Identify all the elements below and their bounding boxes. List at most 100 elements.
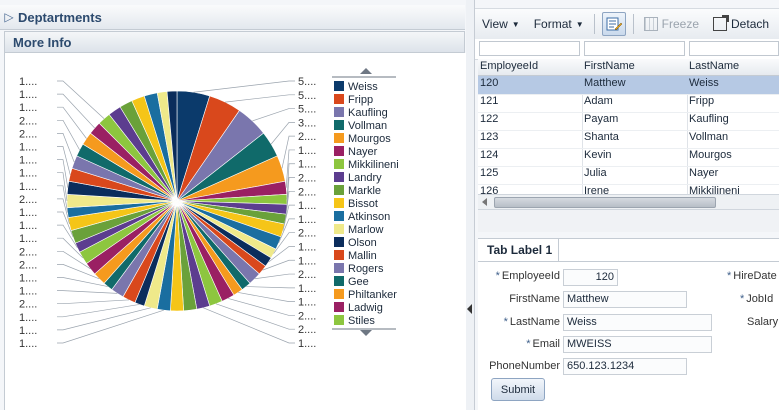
leader-line — [57, 159, 69, 188]
employeeid-filter-input[interactable] — [479, 41, 580, 56]
more-info-header: More Info — [4, 31, 465, 53]
hire-date-label-text: HireDate — [733, 270, 777, 282]
view-menu[interactable]: View ▼ — [475, 17, 527, 31]
more-info-title: More Info — [13, 34, 72, 50]
table-row[interactable]: 125 Julia Nayer — [478, 166, 779, 185]
filter-edit-icon — [606, 17, 622, 31]
leader-line — [225, 94, 295, 103]
last-name-field[interactable]: Weiss — [563, 314, 712, 331]
employee-id-field[interactable]: 120 — [563, 269, 618, 286]
leader-line — [252, 108, 295, 122]
first-name-field[interactable]: Matthew — [563, 291, 687, 308]
data-label: 1.... — [19, 338, 37, 350]
horizontal-scrollbar[interactable] — [478, 194, 779, 209]
legend-label: Fripp — [348, 94, 373, 106]
table-row[interactable]: 124 Kevin Mourgos — [478, 148, 779, 167]
chevron-right-icon[interactable]: ▷ — [0, 10, 18, 24]
legend-scroll-up-icon[interactable] — [360, 68, 372, 74]
employeeid-cell: 123 — [480, 131, 499, 143]
data-label: 1.... — [19, 142, 37, 154]
view-menu-label: View — [482, 17, 508, 31]
email-field[interactable]: MWEISS — [563, 336, 712, 353]
legend-label: Philtanker — [348, 289, 397, 301]
legend-swatch — [334, 198, 344, 208]
data-label: 1.... — [298, 255, 316, 267]
table-row[interactable]: 122 Payam Kaufling — [478, 112, 779, 131]
required-marker: * — [727, 270, 732, 282]
submit-button[interactable]: Submit — [491, 378, 545, 401]
legend-label: Landry — [348, 172, 382, 184]
legend-scroll-down-icon[interactable] — [360, 330, 372, 336]
legend-swatch — [334, 185, 344, 195]
data-label: 2.... — [298, 324, 316, 336]
detach-icon — [713, 15, 730, 31]
collapse-left-icon[interactable] — [467, 304, 472, 314]
column-header-employeeid[interactable]: EmployeeId — [480, 60, 538, 72]
email-label-text: Email — [532, 338, 560, 350]
table-header: EmployeeId FirstName LastName — [478, 59, 779, 76]
table-row[interactable]: 123 Shanta Vollman — [478, 130, 779, 149]
pie-chart-area: 5.... 5.... 5.... 3.... 2.... 1.... 1.... 2....… — [4, 53, 466, 410]
data-label: 1.... — [19, 273, 37, 285]
data-label: 1.... — [19, 155, 37, 167]
required-marker: * — [740, 293, 745, 305]
firstname-cell: Payam — [584, 113, 619, 125]
data-label: 1.... — [19, 286, 37, 298]
legend-label: Kaufling — [348, 107, 388, 119]
data-label: 2.... — [298, 269, 316, 281]
legend-label: Ladwig — [348, 302, 383, 314]
column-header-lastname[interactable]: LastName — [689, 60, 739, 72]
format-menu[interactable]: Format ▼ — [527, 17, 591, 31]
tab-divider — [478, 261, 779, 262]
lastname-cell: Mourgos — [689, 149, 732, 161]
firstname-cell: Julia — [584, 167, 607, 179]
legend-swatch — [334, 289, 344, 299]
leader-line — [57, 299, 129, 305]
column-header-firstname[interactable]: FirstName — [584, 60, 635, 72]
legend-label: Mallin — [348, 250, 377, 262]
format-menu-label: Format — [533, 17, 572, 31]
caret-down-icon: ▼ — [511, 19, 520, 29]
query-by-example-button[interactable] — [601, 12, 626, 36]
employeeid-cell: 124 — [480, 149, 499, 161]
leader-line — [193, 80, 295, 93]
employee-id-label-text: EmployeeId — [501, 270, 560, 282]
firstname-cell: Kevin — [584, 149, 612, 161]
legend-swatch — [334, 250, 344, 260]
legend-label: Atkinson — [348, 211, 390, 223]
departments-panel-header[interactable]: ▷ Deptartments — [0, 5, 465, 30]
data-label: 2.... — [298, 310, 316, 322]
table-row[interactable]: 126 Irene Mikkilineni — [478, 184, 779, 194]
employeeid-cell: 126 — [480, 185, 499, 194]
employee-form: Tab Label 1 * EmployeeId 120 FirstName Ma… — [478, 238, 779, 411]
panel-splitter[interactable] — [466, 0, 475, 410]
legend-swatch — [334, 211, 344, 221]
leader-line — [254, 273, 295, 280]
leader-line — [285, 149, 295, 188]
firstname-filter-input[interactable] — [584, 41, 685, 56]
data-label: 1.... — [298, 145, 316, 157]
tab-label-1[interactable]: Tab Label 1 — [481, 239, 560, 261]
last-name-label: * LastName — [504, 316, 560, 328]
phone-number-field[interactable]: 650.123.1234 — [563, 358, 687, 375]
legend-label: Mikkilineni — [348, 159, 399, 171]
scroll-left-icon[interactable] — [482, 198, 487, 206]
detach-button[interactable]: Detach — [706, 15, 776, 31]
last-name-label-text: LastName — [509, 316, 560, 328]
data-label: 1.... — [19, 76, 37, 88]
data-label: 1.... — [19, 220, 37, 232]
data-label: 1.... — [298, 241, 316, 253]
employeeid-cell: 125 — [480, 167, 499, 179]
table-row[interactable]: 121 Adam Fripp — [478, 94, 779, 113]
salary-label: Salary — [747, 316, 779, 328]
data-label: 2.... — [298, 186, 316, 198]
scrollbar-thumb[interactable] — [494, 197, 716, 208]
lastname-filter-input[interactable] — [689, 41, 779, 56]
freeze-button[interactable]: Freeze — [637, 17, 706, 31]
lastname-cell: Weiss — [689, 77, 719, 89]
data-label: 1.... — [298, 297, 316, 309]
table-row[interactable]: 120 Matthew Weiss — [478, 76, 779, 95]
filter-row — [475, 39, 779, 60]
lastname-cell: Vollman — [689, 131, 729, 143]
detach-label: Detach — [731, 17, 770, 31]
